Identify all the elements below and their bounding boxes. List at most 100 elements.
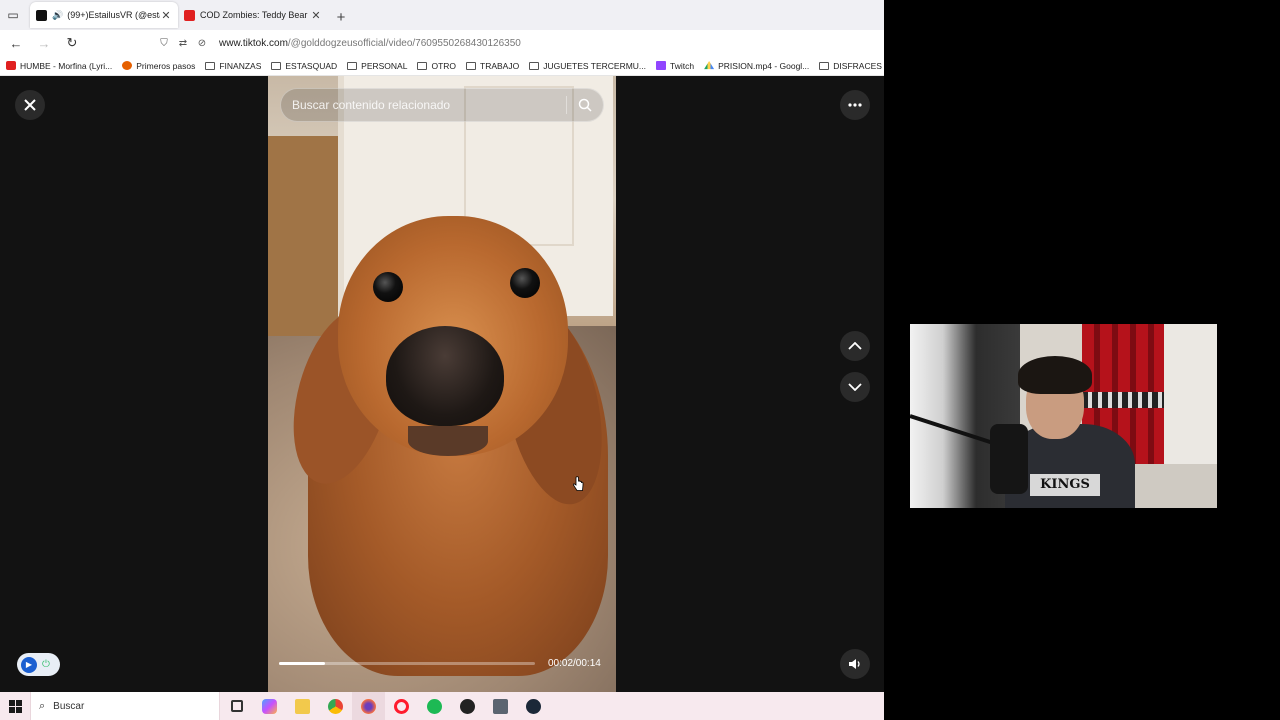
browser-window: ▭ 🔊 (99+)EstailusVR (@estailusvr) ✕ COD … [0,0,884,692]
webcam-overlay: KINGS [910,324,1217,508]
webcam-microphone [990,424,1028,494]
task-view-button[interactable] [220,692,253,720]
tab-tiktok[interactable]: 🔊 (99+)EstailusVR (@estailusvr) ✕ [30,2,178,28]
folder-icon [819,61,830,70]
progress-fill [279,662,326,665]
tiktok-video-page: Buscar contenido relacionado 00:02/00:14… [0,76,884,692]
windows-icon [8,699,22,713]
steam-icon [526,698,541,714]
bookmark-item[interactable]: JUGUETES TERCERMU... [529,61,646,71]
bookmark-label: FINANZAS [219,60,262,71]
windows-taskbar: ⌕ Buscar [0,692,884,720]
url-text[interactable]: www.tiktok.com/@golddogzeusofficial/vide… [219,38,521,49]
bookmark-item[interactable]: DISFRACES [819,61,882,71]
camera-off-icon[interactable]: ⊘ [194,38,210,49]
tab-list-icon[interactable]: ▭ [0,0,26,30]
close-tab-icon[interactable]: ✕ [310,9,322,22]
dog-nose [386,326,504,426]
reload-button[interactable]: ↻ [60,31,84,55]
calculator-icon [493,698,508,714]
bookmark-item[interactable]: PRISION.mp4 - Googl... [704,61,809,71]
taskbar-search-label: Buscar [53,700,85,712]
related-search-bar[interactable]: Buscar contenido relacionado [280,88,604,122]
webcam-curtain-band [1082,392,1164,408]
firefox-icon [122,61,133,70]
chevron-up-icon [848,342,862,350]
url-path: /@golddogzeusofficial/video/760955026843… [287,37,521,49]
copilot-button[interactable] [253,692,286,720]
search-button[interactable] [567,88,603,122]
bookmarks-bar: HUMBE - Morfina (Lyri... Primeros pasos FI… [0,56,884,76]
spotify-button[interactable] [418,692,451,720]
firefox-button[interactable] [352,692,385,720]
time-display: 00:02/00:14 [548,658,601,669]
close-tab-icon[interactable]: ✕ [160,9,172,22]
folder-icon [271,61,282,70]
bookmark-item[interactable]: ESTASQUAD [271,61,337,71]
folder-icon [205,61,216,70]
app-icon [460,698,475,714]
app-button[interactable] [451,692,484,720]
youtube-icon [6,61,16,70]
bookmark-label: DISFRACES [833,60,882,71]
forward-button[interactable]: → [32,31,56,55]
extension-toggle[interactable]: ▶ ⏻ [17,653,60,676]
bookmark-label: ESTASQUAD [285,60,338,71]
nav-bar: ← → ↻ ⛉ ⇄ ⊘ www.tiktok.com/@golddogzeuso… [0,30,884,56]
url-bar[interactable]: ⛉ ⇄ ⊘ www.tiktok.com/@golddogzeusofficia… [156,32,884,54]
next-video-button[interactable] [840,372,870,402]
bookmark-item[interactable]: PERSONAL [347,61,407,71]
shield-icon[interactable]: ⛉ [156,38,172,49]
bookmark-label: Primeros pasos [136,60,196,71]
volume-button[interactable] [840,649,870,679]
taskbar-search[interactable]: ⌕ Buscar [30,692,220,720]
close-button[interactable] [15,90,45,120]
tab-strip: ▭ 🔊 (99+)EstailusVR (@estailusvr) ✕ COD … [0,0,884,30]
steam-button[interactable] [517,692,550,720]
opera-button[interactable] [385,692,418,720]
start-button[interactable] [0,692,30,720]
search-icon: ⌕ [39,699,46,712]
back-button[interactable]: ← [4,31,28,55]
new-tab-button[interactable]: + [328,4,354,30]
bookmark-label: PRISION.mp4 - Googl... [718,60,810,71]
tiktok-icon [36,9,47,21]
speaker-icon [849,659,860,669]
bookmark-label: HUMBE - Morfina (Lyri... [20,60,113,71]
bookmark-label: JUGUETES TERCERMU... [543,60,647,71]
chrome-button[interactable] [319,692,352,720]
chrome-icon [328,698,343,714]
bookmark-label: TRABAJO [480,60,520,71]
bookmark-item[interactable]: FINANZAS [205,61,261,71]
bookmark-item[interactable]: OTRO [417,61,456,71]
bookmark-label: PERSONAL [361,60,408,71]
folder-icon [417,61,428,70]
calculator-button[interactable] [484,692,517,720]
permissions-icon[interactable]: ⇄ [175,38,191,49]
file-explorer-icon [295,698,310,714]
bookmark-item[interactable]: TRABAJO [466,61,519,71]
file-explorer-button[interactable] [286,692,319,720]
firefox-icon [361,698,376,714]
more-icon [848,103,862,107]
bookmark-item[interactable]: HUMBE - Morfina (Lyri... [6,61,112,71]
bookmark-item[interactable]: Primeros pasos [122,61,195,71]
close-icon [24,99,36,111]
copilot-icon [262,698,277,714]
speaker-icon[interactable]: 🔊 [52,10,63,21]
tab-title: COD Zombies: Teddy Bear Laugh [200,10,310,20]
folder-icon [347,61,358,70]
bookmark-item[interactable]: Twitch [656,61,694,71]
search-input[interactable]: Buscar contenido relacionado [281,98,566,112]
youtube-icon [184,9,195,21]
wall [268,136,338,336]
twitch-icon [656,61,667,70]
webcam-person-hair [1018,356,1092,394]
progress-bar[interactable] [279,662,535,665]
tab-cod-zombies[interactable]: COD Zombies: Teddy Bear Laugh ✕ [178,2,328,28]
more-options-button[interactable] [840,90,870,120]
previous-video-button[interactable] [840,331,870,361]
play-icon: ▶ [21,656,37,673]
folder-icon [466,61,477,70]
video-player[interactable] [268,76,616,692]
